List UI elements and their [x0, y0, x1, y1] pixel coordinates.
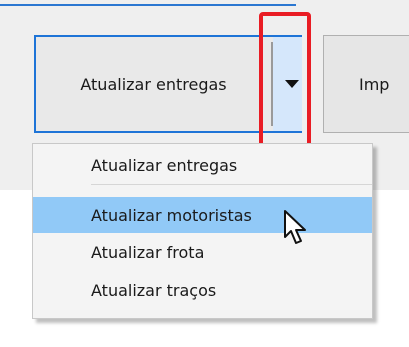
menu-separator [91, 184, 372, 185]
menu-item-label: Atualizar motoristas [91, 205, 252, 225]
mouse-pointer-icon [284, 210, 306, 244]
menu-item-update-deliveries[interactable]: Atualizar entregas [33, 147, 372, 183]
update-deliveries-button[interactable]: Atualizar entregas [36, 37, 271, 131]
top-link-underline [0, 4, 296, 6]
next-toolbar-button-label: Imp [359, 74, 390, 94]
menu-item-label: Atualizar entregas [91, 155, 238, 175]
update-dropdown-menu: Atualizar entregas Atualizar motoristas … [32, 143, 373, 319]
menu-item-update-fleet[interactable]: Atualizar frota [33, 234, 372, 270]
menu-item-label: Atualizar frota [91, 242, 205, 262]
update-deliveries-label: Atualizar entregas [80, 74, 227, 94]
annotation-highlight-box [259, 12, 311, 156]
menu-item-update-drivers[interactable]: Atualizar motoristas [33, 197, 372, 233]
menu-item-update-traces[interactable]: Atualizar traços [33, 272, 372, 308]
menu-item-label: Atualizar traços [91, 280, 217, 300]
top-link[interactable] [0, 0, 296, 6]
next-toolbar-button[interactable]: Imp [323, 35, 409, 133]
